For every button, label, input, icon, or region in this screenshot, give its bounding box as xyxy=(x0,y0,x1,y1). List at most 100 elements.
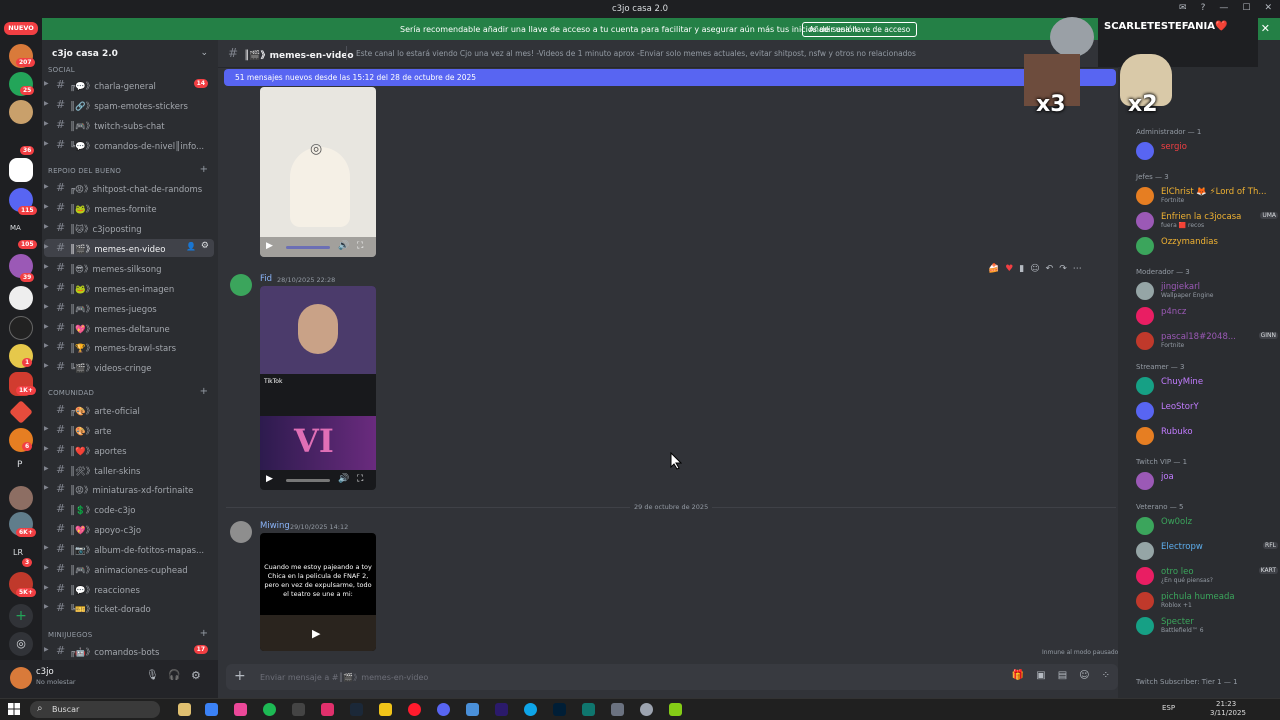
app-icon[interactable] xyxy=(234,703,247,716)
member-item[interactable]: Enfrien la c3jocasa UMA fuera 🟥 recos xyxy=(1136,210,1278,232)
server-label[interactable]: LR xyxy=(13,548,23,557)
spotify-icon[interactable] xyxy=(263,703,276,716)
channel-item[interactable]: ▶ # ║🔗》spam-emotes-stickers xyxy=(44,96,214,114)
video-attachment[interactable]: Cuando me estoy pajeando a toy Chica en … xyxy=(260,533,376,651)
heart-icon[interactable]: ♥ xyxy=(1005,264,1013,274)
member-item[interactable]: pascal18#2048... GINN Fortnite xyxy=(1136,330,1278,352)
app-icon[interactable] xyxy=(582,703,595,716)
channel-item[interactable]: # ║💲》code-c3jo xyxy=(44,500,214,518)
taskbar-search[interactable]: ⌕ Buscar xyxy=(30,701,160,718)
category-social[interactable]: SOCIAL xyxy=(48,66,75,74)
progress-bar[interactable] xyxy=(286,479,330,482)
server-label[interactable]: P xyxy=(17,460,22,470)
app-icon[interactable] xyxy=(205,703,218,716)
member-item[interactable]: jingiekarl Wallpaper Engine xyxy=(1136,280,1278,302)
channel-item[interactable]: ▶ # ║😡》miniaturas-xd-fortinaite xyxy=(44,480,214,498)
member-item[interactable]: Ow0olz xyxy=(1136,515,1278,537)
channel-item[interactable]: ▶ # ║💖》memes-deltarune xyxy=(44,319,214,337)
channel-item[interactable]: ▶ # ║😎》memes-silksong xyxy=(44,259,214,277)
member-item[interactable]: Ozzymandias xyxy=(1136,235,1278,257)
member-item[interactable]: sergio xyxy=(1136,140,1278,162)
mic-icon[interactable]: 🎙 xyxy=(146,670,159,681)
channel-item[interactable]: ▶ # ║🎨》arte xyxy=(44,421,214,439)
video-attachment[interactable]: TikTok VI ▶ 🔊 ⛶ xyxy=(260,286,376,490)
channel-item[interactable]: ▶ # ║🏆》memes-brawl-stars xyxy=(44,338,214,356)
photoshop-icon[interactable] xyxy=(553,703,566,716)
app-icon[interactable] xyxy=(611,703,624,716)
channel-item[interactable]: ▶ # ╚💬》comandos-de-nivel║info... xyxy=(44,136,214,154)
reaction-icon[interactable]: 🍰 xyxy=(988,264,999,274)
server-icon[interactable] xyxy=(9,100,33,124)
gear-icon[interactable]: ⚙ xyxy=(191,669,201,682)
forward-icon[interactable]: ↷ xyxy=(1059,264,1067,274)
emoji-icon[interactable]: ☺ xyxy=(1079,670,1089,681)
member-item[interactable]: otro leo KART ¿En qué piensas? xyxy=(1136,565,1278,587)
apps-icon[interactable]: ⁘ xyxy=(1102,670,1110,681)
message-author[interactable]: Miwing xyxy=(260,521,290,531)
server-label[interactable]: MA xyxy=(10,224,21,232)
avatar[interactable] xyxy=(230,521,252,543)
member-item[interactable]: Rubuko xyxy=(1136,425,1278,447)
add-channel-icon[interactable]: + xyxy=(200,628,208,639)
message-author[interactable]: Fid xyxy=(260,274,272,284)
category-comunidad[interactable]: COMUNIDAD xyxy=(48,389,94,397)
member-item[interactable]: pichula humeada Roblox +1 xyxy=(1136,590,1278,612)
channel-item[interactable]: ▶ # ║🐱》c3joposting xyxy=(44,219,214,237)
windows-icon[interactable] xyxy=(8,703,20,715)
settings-icon[interactable] xyxy=(640,703,653,716)
channel-item[interactable]: ▶ # ║🎮》memes-juegos xyxy=(44,299,214,317)
fullscreen-icon[interactable]: ⛶ xyxy=(357,474,363,484)
channel-item[interactable]: ▶ # ╔😡》shitpost-chat-de-randoms xyxy=(44,179,214,197)
app-icon[interactable] xyxy=(292,703,305,716)
maximize-icon[interactable]: ☐ xyxy=(1242,3,1250,13)
channel-item[interactable]: ▶ # ║❤️》aportes xyxy=(44,441,214,459)
category-minijuegos[interactable]: MINIJUEGOS xyxy=(48,631,92,639)
premiere-icon[interactable] xyxy=(495,703,508,716)
instagram-icon[interactable] xyxy=(321,703,334,716)
member-item[interactable]: LeoStorY xyxy=(1136,400,1278,422)
channel-item[interactable]: ▶ # ║🎮》twitch-subs-chat xyxy=(44,116,214,134)
add-server-icon[interactable]: + xyxy=(9,604,33,628)
channel-item[interactable]: ▶ # ╚🎫》ticket-dorado xyxy=(44,599,214,617)
server-name[interactable]: c3jo casa 2.0 xyxy=(52,49,118,59)
add-attachment-icon[interactable]: + xyxy=(234,668,246,684)
fullscreen-icon[interactable]: ⛶ xyxy=(357,241,363,251)
app-icon[interactable] xyxy=(178,703,191,716)
steam-icon[interactable] xyxy=(350,703,363,716)
invite-icon[interactable]: 👤 xyxy=(186,242,196,251)
channel-item[interactable]: # ║💖》apoyo-c3jo xyxy=(44,520,214,538)
member-item[interactable]: Electropw RFL xyxy=(1136,540,1278,562)
server-icon[interactable] xyxy=(9,316,33,340)
avatar[interactable] xyxy=(230,274,252,296)
channel-item[interactable]: ▶ # ║💬》reacciones xyxy=(44,580,214,598)
progress-bar[interactable] xyxy=(286,246,330,249)
volume-icon[interactable]: 🔊 xyxy=(338,241,349,251)
reply-icon[interactable]: ↶ xyxy=(1046,264,1054,274)
add-reaction-icon[interactable]: ☺ xyxy=(1030,264,1039,274)
member-item[interactable]: p4ncz xyxy=(1136,305,1278,327)
channel-item[interactable]: ▶ # ╚🎬》videos-cringe xyxy=(44,358,214,376)
channel-item[interactable]: ▶ # ║🎮》animaciones-cuphead xyxy=(44,560,214,578)
add-channel-icon[interactable]: + xyxy=(200,164,208,175)
minimize-icon[interactable]: — xyxy=(1219,3,1228,13)
server-icon[interactable] xyxy=(9,158,33,182)
app-icon[interactable] xyxy=(466,703,479,716)
member-item[interactable]: ElChrist 🦊 ⚡Lord of Th... Fortnite xyxy=(1136,185,1278,207)
play-icon[interactable]: ▶ xyxy=(312,627,320,640)
close-icon[interactable]: ✕ xyxy=(1261,22,1270,35)
channel-item[interactable]: ▶ # ║🐸》memes-fornite xyxy=(44,199,214,217)
message-input[interactable]: + Enviar mensaje a #║🎬》memes-en-video 🎁 … xyxy=(226,664,1118,690)
gif-icon[interactable]: ▣ xyxy=(1036,670,1045,681)
close-window-icon[interactable]: ✕ xyxy=(1264,3,1272,13)
sticker-icon[interactable]: ▤ xyxy=(1058,670,1067,681)
chevron-down-icon[interactable]: ⌄ xyxy=(200,48,208,58)
edge-icon[interactable] xyxy=(524,703,537,716)
channel-item[interactable]: ▶ # ╔🤖》comandos-bots 17 xyxy=(44,642,214,660)
server-icon[interactable] xyxy=(9,286,33,310)
channel-item[interactable]: # ╔🎨》arte-oficial xyxy=(44,401,214,419)
gift-icon[interactable]: 🎁 xyxy=(1012,670,1024,681)
video-attachment[interactable]: ◎ ▶ 🔊 ⛶ xyxy=(260,87,376,257)
headphones-icon[interactable]: 🎧 xyxy=(168,670,180,681)
flag-icon[interactable]: ▮ xyxy=(1019,264,1024,274)
new-badge[interactable]: NUEVO xyxy=(4,22,38,35)
